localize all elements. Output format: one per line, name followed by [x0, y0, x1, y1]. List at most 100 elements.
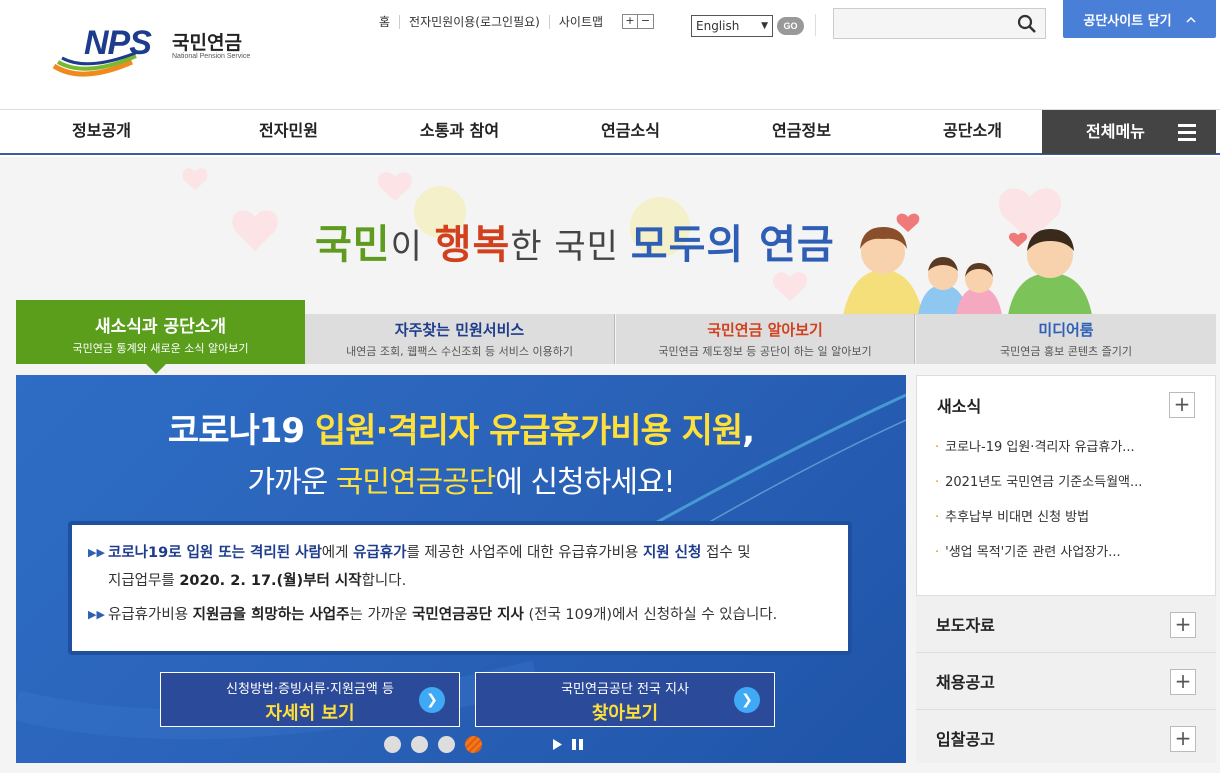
- logo-name-kr: 국민연금: [172, 32, 242, 54]
- section-title[interactable]: 채용공고: [936, 669, 995, 693]
- search-box: [833, 8, 1046, 39]
- notice-text: 접수 및: [701, 545, 751, 561]
- section-tabs: 새소식과 공단소개 국민연금 통계와 새로운 소식 알아보기 자주찾는 민원서비…: [16, 300, 1216, 374]
- close-site-label: 공단사이트 닫기: [1083, 13, 1172, 29]
- zoom-control: + −: [622, 14, 655, 29]
- bidding-section: 입찰공고 +: [916, 710, 1216, 767]
- language-select[interactable]: English ▼: [691, 15, 773, 37]
- notice-text: 는 가까운: [349, 607, 413, 623]
- sitemap-link[interactable]: 사이트맵: [550, 15, 612, 29]
- tab-learn-pension[interactable]: 국민연금 알아보기 국민연금 제도정보 등 공단이 하는 일 알아보기: [616, 314, 915, 364]
- tab-subtitle: 국민연금 홍보 콘텐츠 즐기기: [1000, 345, 1132, 358]
- pause-icon[interactable]: [569, 736, 586, 753]
- news-item[interactable]: · '생업 목적'기준 관련 사업장가...: [935, 541, 1142, 576]
- divider: [815, 14, 816, 36]
- news-item-text: 추후납부 비대면 신청 방법: [945, 510, 1090, 525]
- all-menu-label: 전체메뉴: [1086, 122, 1145, 141]
- site-header: NPS 국민연금 National Pension Service 홈 전자민원…: [0, 0, 1220, 110]
- nav-item-about[interactable]: 공단소개: [887, 110, 1058, 153]
- notice-text: 지급업무를: [108, 573, 180, 589]
- bullet-icon: ·: [935, 510, 940, 525]
- section-title[interactable]: 입찰공고: [936, 726, 995, 750]
- nav-item-pension-news[interactable]: 연금소식: [545, 110, 716, 153]
- button-label: 자세히 보기: [265, 703, 355, 724]
- utility-links: 홈 전자민원이용(로그인필요) 사이트맵 + −: [370, 14, 655, 29]
- notice-bold: 국민연금공단 지사: [412, 607, 524, 623]
- hamburger-icon: [1178, 124, 1196, 145]
- main-navigation: 정보공개 전자민원 소통과 참여 연금소식 연금정보 공단소개 전체메뉴: [0, 110, 1220, 155]
- banner-headline: 코로나19 입원·격리자 유급휴가비용 지원,: [16, 403, 906, 452]
- recruitment-more-button[interactable]: +: [1170, 669, 1196, 695]
- main-banner: 코로나19 입원·격리자 유급휴가비용 지원, 가까운 국민연금공단에 신청하세…: [16, 375, 906, 763]
- notice-bold: 유급휴가: [353, 545, 407, 561]
- slogan-part: 국민: [315, 222, 391, 268]
- e-civil-link[interactable]: 전자민원이용(로그인필요): [400, 14, 550, 29]
- headline-part: 입원·격리자 유급휴가비용 지원: [314, 411, 743, 451]
- details-button[interactable]: 신청방법·증빙서류·지원금액 등 자세히 보기 ❯: [160, 672, 460, 727]
- chevron-right-icon: ❯: [734, 687, 760, 713]
- double-arrow-icon: ▶▶: [88, 546, 105, 559]
- nav-item-pension-info[interactable]: 연금정보: [716, 110, 887, 153]
- banner-notice-box: ▶▶ 코로나19로 입원 또는 격리된 사람에게 유급휴가를 제공한 사업주에 …: [68, 521, 852, 655]
- zoom-in-button[interactable]: +: [623, 15, 639, 28]
- nav-item-communication[interactable]: 소통과 참여: [374, 110, 545, 153]
- slide-dot[interactable]: [411, 736, 428, 753]
- close-site-button[interactable]: 공단사이트 닫기: [1063, 0, 1216, 38]
- family-illustration: [843, 213, 1092, 315]
- recruitment-section: 채용공고 +: [916, 653, 1216, 710]
- tab-title: 국민연금 알아보기: [707, 321, 823, 339]
- side-panel: 새소식 + · 코로나-19 입원·격리자 유급휴가... · 2021년도 국민연…: [916, 375, 1216, 763]
- headline-part: 코로나19: [167, 411, 315, 451]
- press-release-more-button[interactable]: +: [1170, 612, 1196, 638]
- notice-paragraph: ▶▶ 코로나19로 입원 또는 격리된 사람에게 유급휴가를 제공한 사업주에 …: [88, 539, 832, 595]
- slide-dot[interactable]: [384, 736, 401, 753]
- news-item[interactable]: · 코로나-19 입원·격리자 유급휴가...: [935, 436, 1142, 471]
- notice-text: (전국 109개)에서 신청하실 수 있습니다.: [523, 607, 778, 623]
- headline-part: ,: [742, 411, 755, 451]
- slide-dot[interactable]: [438, 736, 455, 753]
- nav-item-e-civil[interactable]: 전자민원: [203, 110, 374, 153]
- search-input[interactable]: [834, 9, 1004, 38]
- notice-paragraph: ▶▶ 유급휴가비용 지원금을 희망하는 사업주는 가까운 국민연금공단 지사 (…: [88, 601, 832, 629]
- find-branch-button[interactable]: 국민연금공단 전국 지사 찾아보기 ❯: [475, 672, 775, 727]
- notice-text: 에게: [321, 545, 354, 561]
- bidding-more-button[interactable]: +: [1170, 726, 1196, 752]
- tab-subtitle: 국민연금 제도정보 등 공단이 하는 일 알아보기: [658, 345, 872, 358]
- nps-logo[interactable]: NPS 국민연금 National Pension Service: [52, 22, 262, 82]
- news-section: 새소식 + · 코로나-19 입원·격리자 유급휴가... · 2021년도 국민연…: [916, 375, 1216, 596]
- notice-bold: 2020. 2. 17.(월)부터 시작: [179, 573, 362, 589]
- tab-news-about[interactable]: 새소식과 공단소개 국민연금 통계와 새로운 소식 알아보기: [16, 300, 305, 374]
- subheadline-part: 에 신청하세요!: [495, 465, 675, 500]
- section-title[interactable]: 보도자료: [936, 612, 995, 636]
- tab-civil-services[interactable]: 자주찾는 민원서비스 내연금 조회, 웹팩스 수신조회 등 서비스 이용하기: [305, 314, 615, 364]
- home-link[interactable]: 홈: [370, 14, 401, 29]
- news-title: 새소식: [937, 397, 982, 416]
- news-item[interactable]: · 2021년도 국민연금 기준소득월액...: [935, 471, 1142, 506]
- slide-dot-active[interactable]: [465, 736, 482, 753]
- tab-media-room[interactable]: 미디어룸 국민연금 홍보 콘텐츠 즐기기: [916, 314, 1216, 364]
- all-menu-button[interactable]: 전체메뉴: [1042, 110, 1216, 154]
- news-item[interactable]: · 추후납부 비대면 신청 방법: [935, 506, 1142, 541]
- button-label: 찾아보기: [591, 703, 659, 724]
- button-caption: 신청방법·증빙서류·지원금액 등: [226, 682, 394, 697]
- chevron-up-icon: [1186, 16, 1196, 23]
- notice-bold: 코로나19로 입원 또는 격리된 사람: [108, 545, 322, 561]
- tab-title: 자주찾는 민원서비스: [394, 321, 525, 339]
- news-more-button[interactable]: +: [1169, 392, 1195, 418]
- play-icon[interactable]: [549, 736, 566, 753]
- zoom-out-button[interactable]: −: [638, 15, 653, 28]
- news-item-text: '생업 목적'기준 관련 사업장가...: [945, 545, 1121, 560]
- notice-bold: 지원 신청: [642, 545, 702, 561]
- nav-item-info-disclosure[interactable]: 정보공개: [0, 110, 203, 153]
- subheadline-part: 국민연금공단: [335, 465, 497, 500]
- notice-text: 를 제공한 사업주에 대한 유급휴가비용: [406, 545, 643, 561]
- tab-pointer: [146, 364, 166, 374]
- bullet-icon: ·: [935, 440, 940, 455]
- subheadline-part: 가까운: [247, 465, 336, 500]
- slogan-part: 이: [390, 227, 435, 267]
- notice-text: 합니다.: [361, 573, 407, 589]
- search-icon[interactable]: [1017, 14, 1037, 34]
- language-go-button[interactable]: GO: [777, 17, 804, 35]
- language-selected: English: [696, 19, 740, 33]
- slogan: 국민이 행복한 국민 모두의 연금: [315, 212, 835, 270]
